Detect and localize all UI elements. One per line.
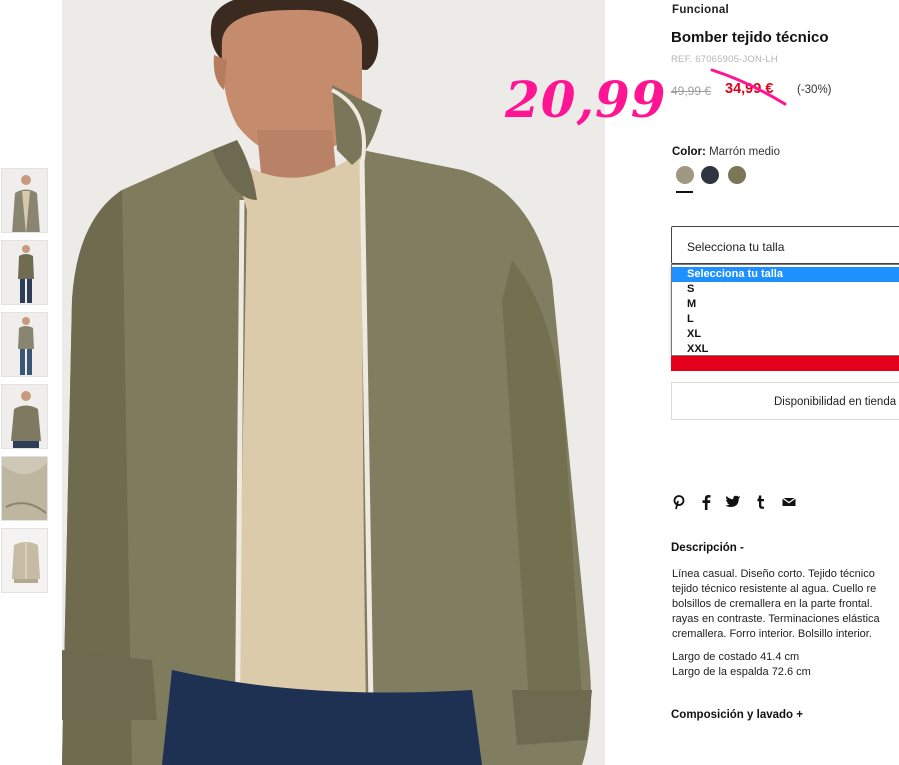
- handwritten-price-annotation: 20,99: [505, 70, 667, 129]
- thumbnail-1[interactable]: [1, 168, 48, 233]
- size-option-m[interactable]: M: [672, 297, 899, 312]
- original-price: 49,99 €: [671, 84, 712, 98]
- size-option-placeholder[interactable]: Selecciona tu talla: [672, 267, 899, 282]
- color-value: Marrón medio: [709, 146, 781, 158]
- store-availability-button[interactable]: Disponibilidad en tienda: [671, 382, 899, 420]
- description-line: cremallera. Forro interior. Bolsillo int…: [672, 628, 872, 641]
- store-availability-label: Disponibilidad en tienda: [774, 396, 897, 408]
- color-label-title: Color:: [672, 146, 706, 158]
- swatch-marron-medio[interactable]: [676, 166, 694, 184]
- swatch-khaki[interactable]: [728, 166, 746, 184]
- description-line: rayas en contraste. Terminaciones elásti…: [672, 613, 880, 626]
- discount-percent: (-30%): [797, 84, 832, 96]
- product-reference: REF. 67065905-JON-LH: [671, 54, 778, 65]
- sale-price: 34,99 €: [725, 81, 774, 97]
- thumbnail-2-image: [2, 241, 47, 304]
- thumbnail-3-image: [2, 313, 47, 376]
- description-line: bolsillos de cremallera en la parte fron…: [672, 598, 873, 611]
- thumbnail-6[interactable]: [1, 528, 48, 593]
- size-option-xl[interactable]: XL: [672, 327, 899, 342]
- facebook-icon[interactable]: [698, 494, 714, 510]
- size-select[interactable]: Selecciona tu talla: [671, 226, 899, 264]
- thumbnail-3[interactable]: [1, 312, 48, 377]
- thumbnail-1-image: [2, 169, 47, 232]
- size-select-value: Selecciona tu talla: [687, 240, 785, 254]
- description-line: tejido técnico resistente al agua. Cuell…: [672, 583, 877, 596]
- swatch-selected-indicator: [676, 191, 693, 193]
- measure-side-length: Largo de costado 41.4 cm: [672, 651, 800, 663]
- size-option-xxl[interactable]: XXL: [672, 342, 899, 357]
- add-to-cart-button[interactable]: [671, 356, 899, 371]
- description-line: Línea casual. Diseño corto. Tejido técni…: [672, 568, 875, 580]
- thumbnail-4[interactable]: [1, 384, 48, 449]
- thumbnail-2[interactable]: [1, 240, 48, 305]
- measure-back-length: Largo de la espalda 72.6 cm: [672, 666, 811, 678]
- tumblr-icon[interactable]: [753, 494, 769, 510]
- thumbnail-4-image: [2, 385, 47, 448]
- pinterest-icon[interactable]: [671, 494, 687, 510]
- size-option-s[interactable]: S: [672, 282, 899, 297]
- email-icon[interactable]: [781, 494, 797, 510]
- size-option-l[interactable]: L: [672, 312, 899, 327]
- thumbnail-5-image: [2, 457, 47, 520]
- color-label: Color: Marrón medio: [672, 146, 780, 158]
- twitter-icon[interactable]: [725, 494, 741, 510]
- composition-toggle[interactable]: Composición y lavado +: [671, 709, 803, 721]
- thumbnail-5[interactable]: [1, 456, 48, 521]
- description-toggle[interactable]: Descripción -: [671, 542, 744, 554]
- description-text: Línea casual. Diseño corto. Tejido técni…: [672, 567, 899, 642]
- product-title: Bomber tejido técnico: [671, 29, 829, 46]
- thumbnail-6-image: [2, 529, 47, 592]
- size-dropdown: Selecciona tu talla S M L XL XXL: [671, 264, 899, 356]
- swatch-navy[interactable]: [701, 166, 719, 184]
- brand-label: Funcional: [672, 4, 730, 16]
